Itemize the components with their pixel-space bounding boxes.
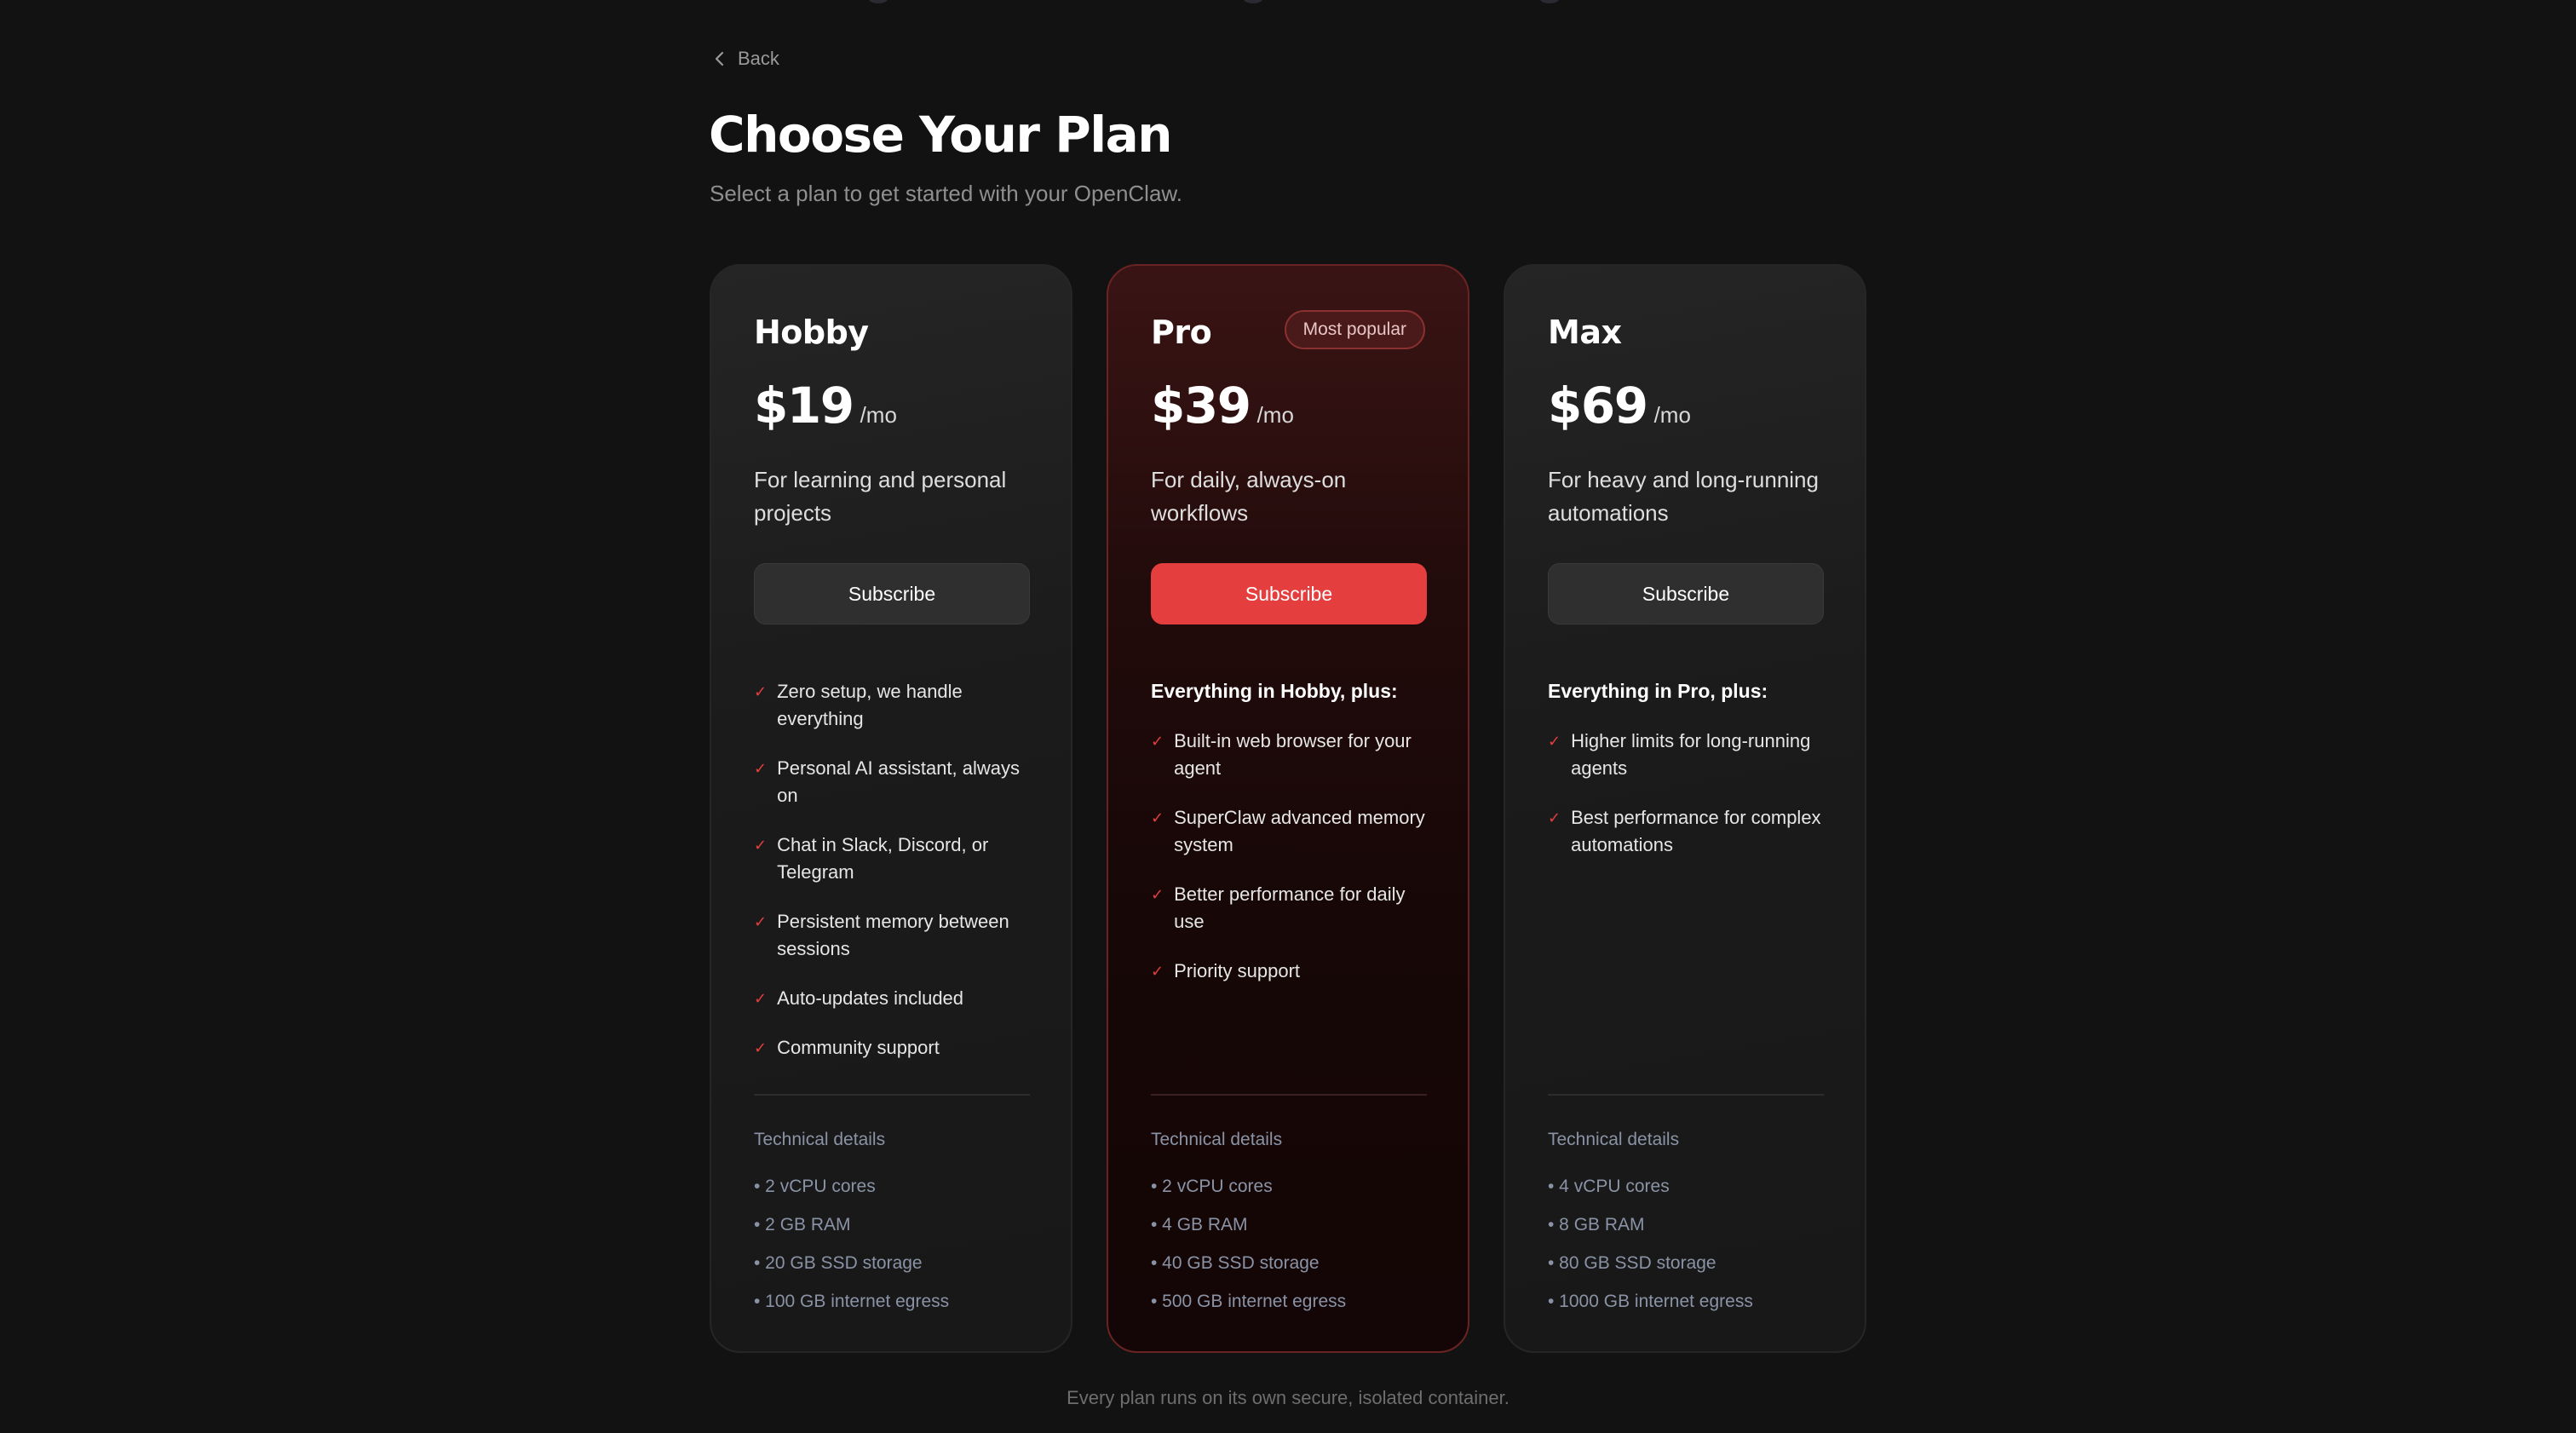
plan-description: For heavy and long-running automations	[1548, 467, 1819, 526]
page-subtitle: Select a plan to get started with your O…	[710, 181, 1182, 206]
chevron-left-icon	[715, 51, 724, 66]
subscribe-button-pro[interactable]: Subscribe	[1151, 563, 1427, 624]
feature-item: ✓ Best performance for complex automation…	[1548, 804, 1829, 859]
check-icon: ✓	[754, 683, 768, 700]
price-row: $39 /mo	[1151, 377, 1294, 435]
divider	[1151, 1094, 1427, 1096]
plan-description: For daily, always-on workflows	[1151, 467, 1347, 526]
technical-details-title: Technical details	[754, 1130, 886, 1149]
tech-item: • 80 GB SSD storage	[1548, 1253, 1716, 1273]
tech-item: • 8 GB RAM	[1548, 1215, 1645, 1234]
plan-name: Hobby	[754, 314, 869, 351]
feature-item: ✓ Higher limits for long-running agents	[1548, 728, 1829, 782]
check-icon: ✓	[754, 837, 768, 854]
feature-item: ✓ Personal AI assistant, always on	[754, 755, 1035, 809]
check-icon: ✓	[754, 1039, 768, 1056]
plan-price: $69	[1548, 377, 1648, 435]
features-heading: Everything in Hobby, plus:	[1151, 680, 1398, 702]
check-icon: ✓	[754, 990, 768, 1007]
top-decoration	[0, 0, 2576, 5]
feature-list: Everything in Hobby, plus: ✓ Built-in web…	[1151, 678, 1432, 1007]
technical-details-title: Technical details	[1151, 1130, 1283, 1149]
check-icon: ✓	[1548, 733, 1561, 750]
technical-details-title: Technical details	[1548, 1130, 1680, 1149]
plan-name: Pro	[1151, 314, 1212, 351]
features-heading: Everything in Pro, plus:	[1548, 680, 1768, 702]
tech-item: • 2 vCPU cores	[1151, 1177, 1273, 1196]
feature-item: ✓ Persistent memory between sessions	[754, 908, 1035, 963]
tech-item: • 100 GB internet egress	[754, 1292, 950, 1311]
feature-item: ✓ Priority support	[1151, 958, 1432, 985]
plan-card-max: Max $69 /mo For heavy and long-running a…	[1504, 264, 1866, 1353]
technical-details-list: • 4 vCPU cores • 8 GB RAM • 80 GB SSD st…	[1548, 1167, 1753, 1321]
plans-container: Hobby $19 /mo For learning and personal …	[710, 264, 1866, 1353]
plan-card-pro: Pro Most popular $39 /mo For daily, alwa…	[1107, 264, 1469, 1353]
feature-item: ✓ Community support	[754, 1034, 1035, 1062]
check-icon: ✓	[1548, 809, 1561, 826]
divider	[1548, 1094, 1824, 1096]
footer-note: Every plan runs on its own secure, isola…	[1067, 1387, 1509, 1408]
subscribe-button-max[interactable]: Subscribe	[1548, 563, 1824, 624]
most-popular-badge: Most popular	[1284, 310, 1425, 349]
tech-item: • 2 GB RAM	[754, 1215, 851, 1234]
price-row: $69 /mo	[1548, 377, 1691, 435]
subscribe-button-hobby[interactable]: Subscribe	[754, 563, 1030, 624]
technical-details-list: • 2 vCPU cores • 4 GB RAM • 40 GB SSD st…	[1151, 1167, 1346, 1321]
check-icon: ✓	[1151, 886, 1164, 903]
check-icon: ✓	[1151, 809, 1164, 826]
page-title: Choose Your Plan	[709, 106, 1173, 164]
price-row: $19 /mo	[754, 377, 897, 435]
tech-item: • 1000 GB internet egress	[1548, 1292, 1753, 1311]
feature-item: ✓ Better performance for daily use	[1151, 881, 1432, 935]
plan-name: Max	[1548, 314, 1622, 351]
plan-description: For learning and personal projects	[754, 467, 1007, 526]
plan-price: $39	[1151, 377, 1251, 435]
feature-item: ✓ SuperClaw advanced memory system	[1151, 804, 1432, 859]
tech-item: • 500 GB internet egress	[1151, 1292, 1347, 1311]
feature-item: ✓ Chat in Slack, Discord, or Telegram	[754, 832, 1035, 886]
plan-period: /mo	[1653, 402, 1691, 428]
tech-item: • 40 GB SSD storage	[1151, 1253, 1320, 1273]
divider	[754, 1094, 1030, 1096]
check-icon: ✓	[754, 760, 768, 777]
tech-item: • 4 vCPU cores	[1548, 1177, 1670, 1196]
plan-period: /mo	[860, 402, 897, 428]
check-icon: ✓	[1151, 963, 1164, 980]
feature-item: ✓ Built-in web browser for your agent	[1151, 728, 1432, 782]
tech-item: • 2 vCPU cores	[754, 1177, 876, 1196]
feature-list: ✓ Zero setup, we handle everything ✓ Perso…	[754, 678, 1035, 1084]
back-label: Back	[738, 48, 779, 69]
back-link[interactable]: Back	[714, 48, 779, 70]
feature-item: ✓ Auto-updates included	[754, 985, 1035, 1012]
plan-card-hobby: Hobby $19 /mo For learning and personal …	[710, 264, 1072, 1353]
technical-details-list: • 2 vCPU cores • 2 GB RAM • 20 GB SSD st…	[754, 1167, 949, 1321]
plan-price: $19	[754, 377, 854, 435]
check-icon: ✓	[1151, 733, 1164, 750]
feature-item: ✓ Zero setup, we handle everything	[754, 678, 1035, 733]
tech-item: • 4 GB RAM	[1151, 1215, 1248, 1234]
feature-list: Everything in Pro, plus: ✓ Higher limits …	[1548, 678, 1829, 881]
check-icon: ✓	[754, 913, 768, 930]
plan-period: /mo	[1256, 402, 1294, 428]
tech-item: • 20 GB SSD storage	[754, 1253, 923, 1273]
